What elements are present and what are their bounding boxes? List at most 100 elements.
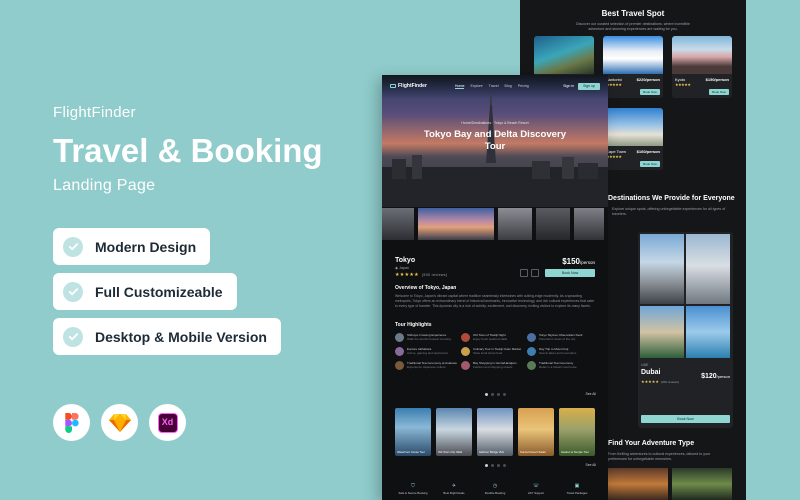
feature-pill-modern-design: Modern Design: [53, 228, 211, 265]
dubai-stars: ★★★★★ (300 reviews): [641, 379, 679, 384]
feature-label: Desktop & Mobile Version: [95, 328, 267, 345]
plane-logo-icon: [390, 84, 396, 88]
nav-links: Home Explore Travel Blog Pricing: [454, 84, 529, 89]
gallery-thumb[interactable]: [382, 208, 414, 240]
overview-title: Overview of Tokyo, Japan: [395, 285, 457, 291]
feature-label: Modern Design: [95, 238, 197, 255]
book-now-button[interactable]: Book Now: [545, 269, 595, 277]
destination-location: ◉ Japan: [395, 266, 409, 270]
sketch-icon: [101, 404, 138, 441]
nav-link-travel[interactable]: Travel: [489, 84, 499, 89]
clock-icon: ◷: [492, 483, 498, 489]
feature-label: Full Customizeable: [95, 283, 223, 300]
brand-name: FlightFinder: [53, 104, 136, 121]
dubai-country: UAE: [641, 363, 649, 367]
section-title: Find Your Adventure Type: [608, 440, 695, 447]
highlight-thumb: [527, 361, 536, 370]
book-now-button[interactable]: Book Now: [640, 89, 660, 95]
breadcrumb: Home/Destinations · Tokyo & Beach Resort: [461, 121, 529, 125]
logo[interactable]: FlightFinder: [390, 83, 427, 89]
check-icon: [63, 281, 83, 302]
carousel-dots[interactable]: [382, 393, 608, 396]
tour-card[interactable]: Sunset Desert Safari: [518, 408, 554, 456]
signin-link[interactable]: Sign in: [563, 84, 574, 88]
rating: ★★★★★ (500 reviews): [395, 272, 448, 278]
gallery-strip: [382, 208, 608, 240]
highlight-item: Explore Akihabara Anime, gaming and elect…: [395, 347, 461, 356]
highlights-title: Tour Highlights: [395, 322, 432, 328]
check-icon: [63, 326, 83, 347]
highlight-item: Shibuya Crossing Experience Walk the worl…: [395, 333, 461, 342]
section-description: From thrilling adventures to cultural ex…: [608, 452, 711, 461]
highlight-item: Culinary Tour in Tsukiji Outer Market Tas…: [461, 347, 527, 356]
signup-button[interactable]: Sign up: [578, 82, 600, 90]
highlight-item: Traditional Tea Ceremony Relax in a histo…: [527, 361, 593, 370]
feature-pill-customizable: Full Customizeable: [53, 273, 237, 310]
highlight-thumb: [461, 347, 470, 356]
highlight-thumb: [461, 361, 470, 370]
feature-item: ☏ 24/7 Support: [518, 483, 554, 495]
xd-icon: Xd: [149, 404, 186, 441]
feature-item: ⛉ Safe & Secure Booking: [395, 483, 431, 495]
feature-pill-responsive: Desktop & Mobile Version: [53, 318, 281, 355]
plane-icon: ✈: [451, 483, 457, 489]
destination-name: Tokyo: [395, 257, 416, 264]
front-screen: FlightFinder Home Explore Travel Blog Pr…: [382, 75, 608, 500]
highlight-thumb: [395, 333, 404, 342]
carousel-dots[interactable]: [382, 464, 608, 467]
spot-card[interactable]: Kyoto $150/person ★★★★★ Book Now: [672, 36, 732, 98]
highlight-thumb: [395, 347, 404, 356]
highlight-item: Bay Shopping in Ginza/Harajuku Fashion an…: [461, 361, 527, 370]
gallery-thumb-active[interactable]: [418, 208, 494, 240]
gallery-thumb[interactable]: [498, 208, 532, 240]
spot-card[interactable]: Santorini $220/person ★★★★★ Book Now: [603, 36, 663, 98]
dubai-name: Dubai: [641, 369, 661, 376]
tour-card[interactable]: Waterfront Cruise Tour: [395, 408, 431, 456]
highlight-item: Old Town of Tsukiji Night Enjoy fresh sea…: [461, 333, 527, 342]
shield-icon: ⛉: [411, 483, 415, 489]
feature-item: ◷ Flexible Booking: [477, 483, 513, 495]
overview-text: Welcome to Tokyo, Japan's vibrant capita…: [395, 294, 595, 308]
section-title: Best Travel Spot: [601, 9, 665, 18]
feature-row: ⛉ Safe & Secure Booking ✈ Best Flight Deal…: [395, 483, 595, 495]
nav-link-blog[interactable]: Blog: [505, 84, 512, 89]
tour-card[interactable]: Garden & Temple Tour: [559, 408, 595, 456]
section-description: Discover our curated selection of premie…: [576, 22, 690, 31]
promo-panel: FlightFinder Travel & Booking Landing Pa…: [53, 104, 353, 195]
adventure-image: [608, 468, 668, 500]
design-tools: Xd: [53, 404, 186, 441]
figma-icon: [53, 404, 90, 441]
gallery-thumb[interactable]: [536, 208, 570, 240]
gallery-thumb[interactable]: [574, 208, 604, 240]
nav-link-pricing[interactable]: Pricing: [518, 84, 529, 89]
spot-card[interactable]: Cape Town $160/person ★★★★★ Book Now: [603, 108, 663, 170]
destination-card-dubai[interactable]: UAE Dubai ★★★★★ (300 reviews) $120/person…: [638, 232, 733, 428]
section-description: Explore unique spots, offering unforgett…: [612, 207, 726, 216]
heart-icon[interactable]: [531, 269, 539, 277]
adventure-image: [672, 468, 732, 500]
highlight-thumb: [527, 333, 536, 342]
book-now-button[interactable]: Book Now: [641, 415, 730, 423]
price: $150/person: [562, 257, 595, 266]
feature-item: ▣ Travel Packages: [559, 483, 595, 495]
share-icon[interactable]: [520, 269, 528, 277]
tour-card[interactable]: Harbour Bridge Visit: [477, 408, 513, 456]
feature-item: ✈ Best Flight Deals: [436, 483, 472, 495]
book-now-button[interactable]: Book Now: [709, 89, 729, 95]
bag-icon: ▣: [574, 483, 580, 489]
see-all-link[interactable]: See All: [585, 463, 596, 467]
top-nav: FlightFinder Home Explore Travel Blog Pr…: [382, 75, 608, 97]
nav-link-home[interactable]: Home: [454, 84, 465, 89]
highlight-thumb: [461, 333, 470, 342]
highlight-thumb: [527, 347, 536, 356]
tour-cards: Waterfront Cruise Tour Old Town City Wal…: [395, 408, 608, 456]
promo-subhead: Landing Page: [53, 177, 156, 194]
nav-link-explore[interactable]: Explore: [470, 84, 482, 89]
see-all-link[interactable]: See All: [585, 392, 596, 396]
tour-card[interactable]: Old Town City Walk: [436, 408, 472, 456]
dubai-price: $120/person: [701, 373, 730, 380]
hero-title: Tokyo Bay and Delta Discovery Tour: [423, 129, 567, 152]
phone-icon: ☏: [532, 483, 540, 489]
highlight-item: Day Trip to Mount Fuji Scenic lakes and m…: [527, 347, 593, 356]
book-now-button[interactable]: Book Now: [640, 161, 660, 167]
